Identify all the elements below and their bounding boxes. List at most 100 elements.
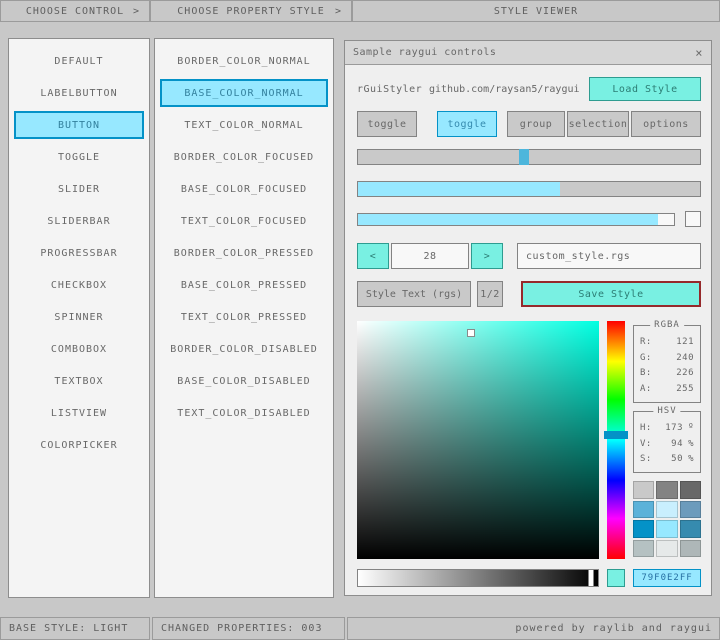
list-item-colorpicker[interactable]: COLORPICKER: [9, 429, 149, 461]
list-item-toggle[interactable]: TOGGLE: [9, 141, 149, 173]
slider-handle[interactable]: [518, 149, 529, 165]
filename-input[interactable]: custom_style.rgs: [517, 243, 701, 269]
window-content: rGuiStyler github.com/raysan5/raygui Loa…: [345, 65, 711, 595]
rgba-value-g: 240: [676, 352, 694, 363]
hsv-unit-h: º: [688, 422, 694, 433]
hsv-label-h: H:: [640, 422, 652, 433]
style-text-button[interactable]: Style Text (rgs): [357, 281, 471, 307]
color-picker-sv-area[interactable]: [357, 321, 599, 559]
alpha-slider-handle[interactable]: [587, 569, 594, 587]
list-item-base-color-pressed[interactable]: BASE_COLOR_PRESSED: [155, 269, 333, 301]
hsv-row-h: H: 173 º: [640, 423, 694, 433]
hex-value-box[interactable]: 79F0E2FF: [633, 569, 701, 587]
hue-slider[interactable]: [604, 321, 628, 559]
list-item-text-color-normal[interactable]: TEXT_COLOR_NORMAL: [155, 109, 333, 141]
palette-swatch[interactable]: [679, 539, 701, 557]
hsv-value-v: 94: [671, 438, 683, 449]
toggle-group-group[interactable]: group: [507, 111, 565, 137]
hue-slider-handle[interactable]: [604, 431, 628, 440]
save-style-button[interactable]: Save Style: [521, 281, 701, 307]
list-item-text-color-pressed[interactable]: TEXT_COLOR_PRESSED: [155, 301, 333, 333]
sample-checkbox[interactable]: [685, 211, 701, 227]
toggle-group-options[interactable]: options: [631, 111, 701, 137]
list-item-base-color-normal-selected[interactable]: BASE_COLOR_NORMAL: [160, 79, 328, 107]
palette-swatch[interactable]: [679, 481, 701, 499]
sample-sliderbar[interactable]: [357, 213, 675, 226]
palette-swatch[interactable]: [656, 520, 678, 538]
rgba-value-b: 226: [676, 368, 694, 379]
chevron-right-icon: >: [334, 5, 342, 17]
close-icon[interactable]: ×: [695, 46, 703, 60]
current-color-swatch[interactable]: [607, 569, 625, 587]
rgba-row-r: R: 121: [640, 337, 694, 347]
list-item-button-selected[interactable]: BUTTON: [14, 111, 144, 139]
spinner-decrement-button[interactable]: <: [357, 243, 389, 269]
list-item-border-color-disabled[interactable]: BORDER_COLOR_DISABLED: [155, 333, 333, 365]
header-step-label: STYLE VIEWER: [493, 5, 579, 17]
hsv-unit-v: %: [688, 438, 694, 449]
spinner-value-box[interactable]: 28: [391, 243, 469, 269]
list-item-combobox[interactable]: COMBOBOX: [9, 333, 149, 365]
statusbar-powered-by-label: powered by raylib and raygui: [515, 623, 712, 634]
palette-swatch[interactable]: [679, 520, 701, 538]
palette-swatch[interactable]: [679, 500, 701, 518]
rgba-value-r: 121: [676, 336, 694, 347]
palette-swatch[interactable]: [656, 539, 678, 557]
list-item-sliderbar[interactable]: SLIDERBAR: [9, 205, 149, 237]
header-step-style-viewer: STYLE VIEWER: [352, 0, 720, 22]
list-item-spinner[interactable]: SPINNER: [9, 301, 149, 333]
window-titlebar[interactable]: Sample raygui controls ×: [345, 41, 711, 65]
list-item-textbox[interactable]: TEXTBOX: [9, 365, 149, 397]
color-picker-marker[interactable]: [466, 328, 475, 337]
palette-swatch[interactable]: [656, 481, 678, 499]
list-item-checkbox[interactable]: CHECKBOX: [9, 269, 149, 301]
controls-list: DEFAULT LABELBUTTON BUTTON TOGGLE SLIDER…: [8, 38, 150, 598]
header-step-choose-control: CHOOSE CONTROL >: [0, 0, 150, 22]
palette-swatch[interactable]: [633, 500, 655, 518]
list-item-text-color-focused[interactable]: TEXT_COLOR_FOCUSED: [155, 205, 333, 237]
hsv-unit-s: %: [688, 454, 694, 465]
list-item-progressbar[interactable]: PROGRESSBAR: [9, 237, 149, 269]
load-style-button[interactable]: Load Style: [589, 77, 701, 101]
palette-swatch[interactable]: [633, 520, 655, 538]
pager-button[interactable]: 1/2: [477, 281, 503, 307]
hsv-label-v: V:: [640, 438, 652, 449]
sliderbar-fill: [358, 214, 659, 225]
spinner-increment-button[interactable]: >: [471, 243, 503, 269]
list-item-base-color-disabled[interactable]: BASE_COLOR_DISABLED: [155, 365, 333, 397]
toggle-group-selection[interactable]: selection: [567, 111, 629, 137]
list-item-border-color-pressed[interactable]: BORDER_COLOR_PRESSED: [155, 237, 333, 269]
hsv-value-h: 173: [665, 422, 683, 433]
list-item-border-color-normal[interactable]: BORDER_COLOR_NORMAL: [155, 45, 333, 77]
hsv-row-s: S: 50 %: [640, 454, 694, 464]
rgba-label-g: G:: [640, 352, 652, 363]
sample-slider[interactable]: [357, 149, 701, 165]
repo-link[interactable]: github.com/raysan5/raygui: [429, 77, 580, 101]
list-item-listview[interactable]: LISTVIEW: [9, 397, 149, 429]
list-item-base-color-focused[interactable]: BASE_COLOR_FOCUSED: [155, 173, 333, 205]
sample-progressbar: [357, 181, 701, 197]
statusbar-changed-properties-label: CHANGED PROPERTIES: 003: [161, 623, 323, 634]
toggle-button[interactable]: toggle: [357, 111, 417, 137]
style-viewer-window: Sample raygui controls × rGuiStyler gith…: [344, 40, 712, 596]
palette-swatch[interactable]: [633, 539, 655, 557]
list-item-border-color-focused[interactable]: BORDER_COLOR_FOCUSED: [155, 141, 333, 173]
alpha-slider[interactable]: [357, 569, 599, 587]
rgba-label-r: R:: [640, 336, 652, 347]
list-item-default[interactable]: DEFAULT: [9, 45, 149, 77]
list-item-slider[interactable]: SLIDER: [9, 173, 149, 205]
palette-swatch[interactable]: [633, 481, 655, 499]
statusbar-base-style-label: BASE STYLE: LIGHT: [9, 623, 129, 634]
statusbar-base-style: BASE STYLE: LIGHT: [0, 617, 150, 640]
rgba-title: RGBA: [650, 320, 684, 330]
toggle-button-active[interactable]: toggle: [437, 111, 497, 137]
list-item-text-color-disabled[interactable]: TEXT_COLOR_DISABLED: [155, 397, 333, 429]
rgba-row-b: B: 226: [640, 368, 694, 378]
hsv-title: HSV: [653, 406, 681, 416]
list-item-labelbutton[interactable]: LABELBUTTON: [9, 77, 149, 109]
rgba-groupbox: RGBA R: 121 G: 240 B: 226 A: 255: [633, 320, 701, 403]
chevron-right-icon: >: [132, 5, 140, 17]
app-name-label: rGuiStyler: [357, 83, 423, 95]
palette-swatch[interactable]: [656, 500, 678, 518]
header-step-label: CHOOSE CONTROL: [25, 5, 125, 17]
